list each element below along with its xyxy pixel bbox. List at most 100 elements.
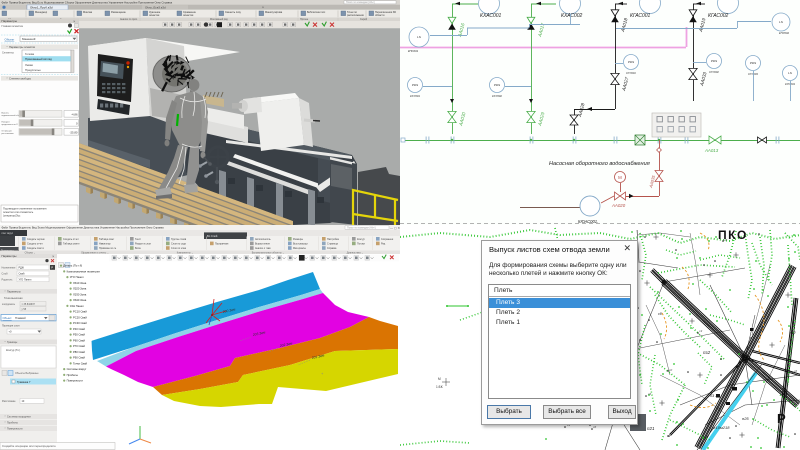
svg-text:Анализ о тзав: Анализ о тзав (255, 247, 271, 250)
svg-text:Плавкий: Плавкий (15, 316, 26, 320)
svg-text:Анализ по проч.: Анализ по проч. (120, 18, 138, 21)
svg-text:ЛЗ10 Зона: ЛЗ10 Зона (73, 281, 87, 285)
svg-text:Поиск по командам (Alt+/): Поиск по командам (Alt+/) (346, 1, 375, 4)
svg-text:Файл Правка Выделить Вид Есть: Файл Правка Выделить Вид Есть Моделирова… (2, 0, 173, 4)
svg-text:(оператор)Эсс: (оператор)Эсс (3, 214, 21, 218)
svg-text:КПУ002: КПУ002 (779, 31, 790, 35)
svg-text:PDS: PDS (412, 83, 418, 87)
svg-text:Создать отчет: Создать отчет (63, 238, 80, 241)
svg-text:× 35.844937: × 35.844937 (22, 303, 36, 306)
svg-text:Предплечье: Предплечье (25, 68, 41, 72)
svg-text:Системы вокруг: Системы вокруг (67, 367, 87, 371)
svg-text:ЛЗ30 Зона: ЛЗ30 Зона (73, 292, 87, 296)
svg-text:Прозрачная: Прозрачная (215, 243, 229, 246)
svg-text:КПС001: КПС001 (408, 49, 419, 53)
svg-text:Голова: Голова (25, 52, 34, 56)
svg-text:1:БК: 1:БК (436, 385, 443, 389)
svg-text:с6: с6 (648, 392, 652, 396)
svg-text:ПКО: ПКО (718, 228, 748, 242)
svg-text:Выступающи: Выступающи (293, 243, 308, 246)
svg-text:Деталь (По т.б): Деталь (По т.б) (63, 264, 82, 268)
svg-text:Левая: Левая (25, 63, 33, 67)
svg-text:Р60 Свай: Р60 Свай (73, 338, 85, 342)
svg-text:Вырастление: Вырастление (255, 243, 271, 246)
svg-text:Параметры: Параметры (2, 254, 17, 258)
svg-text:с6: с6 (593, 425, 597, 429)
svg-text:Вола: Вола (135, 247, 141, 250)
svg-text:Р: Р (51, 266, 53, 270)
svg-text:Создать чертеж: Создать чертеж (27, 238, 45, 241)
svg-text:hr10м218: hr10м218 (712, 425, 730, 430)
svg-text:Р90 Свай: Р90 Свай (73, 356, 85, 360)
svg-text:пз 30: пз 30 (710, 393, 721, 398)
svg-text:КХУ001: КХУ001 (410, 94, 420, 98)
svg-text:Р: Р (777, 411, 786, 426)
svg-text:Родитель: Родитель (2, 278, 14, 281)
svg-text:расположения: расположения (347, 14, 364, 17)
svg-text:КГАС001: КГАС001 (630, 13, 651, 19)
svg-text:Р70 Свай: Р70 Свай (73, 344, 85, 348)
svg-text:Okno1_Прсб.a3d: Okno1_Прсб.a3d (30, 5, 53, 9)
svg-text:Сохранени: Сохранени (381, 238, 394, 241)
svg-text:Р50 Свай: Р50 Свай (73, 333, 85, 337)
svg-text:РС10 Свай: РС10 Свай (73, 310, 87, 314)
svg-text:Р40 Свай: Р40 Свай (73, 327, 85, 331)
svg-text:Создайте операцию или переопре: Создайте операцию или переопределите (2, 444, 56, 448)
svg-text:с3: с3 (699, 329, 703, 333)
svg-text:КГУ002: КГУ002 (709, 70, 719, 74)
svg-text:Вл Слой: Вл Слой (207, 234, 218, 238)
svg-text:Создать пояс в: Создать пояс в (27, 247, 45, 250)
svg-text:PDS: PDS (711, 59, 717, 63)
svg-text:Okno_Есв3.a3d: Okno_Есв3.a3d (145, 5, 166, 9)
svg-text:Манипулирова: Манипулирова (265, 11, 283, 14)
svg-text:Монтаж: Монтаж (83, 11, 92, 14)
svg-text:⌃ Системы координат: ⌃ Системы координат (4, 415, 32, 419)
svg-text:⌃ Пробелы: ⌃ Пробелы (4, 421, 18, 425)
svg-text:Слой: Слой (2, 272, 9, 275)
svg-text:Файл Правка Выделить Вид Эскиз: Файл Правка Выделить Вид Эскиз Моделиров… (2, 226, 165, 230)
svg-text:оснастки: оснастки (183, 14, 194, 17)
svg-text:Страница: Страница (327, 243, 339, 246)
svg-text:Прикованный взгляд: Прикованный взгляд (25, 57, 52, 61)
svg-text:координаты: координаты (2, 303, 15, 306)
svg-text:Серий: Серий (360, 18, 368, 21)
svg-text:Объект: Объект (3, 316, 13, 320)
svg-text:Группы слоёв: Группы слоёв (171, 238, 187, 241)
svg-text:Справка: Справка (327, 247, 337, 250)
svg-text:подключенной сбор: подключенной сбор (2, 114, 22, 117)
svg-text:— ▢ ✕: — ▢ ✕ (390, 226, 400, 230)
svg-text:КЮАС001.: КЮАС001. (578, 219, 598, 224)
svg-text:Размещение: Размещение (111, 11, 126, 14)
svg-text:т2: т2 (790, 330, 796, 335)
svg-text:КХУ002: КХУ002 (492, 94, 502, 98)
svg-text:⌃ Параметры оснастки: ⌃ Параметры оснастки (6, 45, 36, 49)
svg-text:Точки Свай: Точки Свай (73, 361, 88, 365)
svg-text:PDS: PDS (494, 83, 500, 87)
svg-text:Главная оснастка: Главная оснастка (2, 24, 24, 28)
svg-text:Автополносль: Автополносль (255, 238, 271, 241)
svg-text:PDS: PDS (750, 61, 756, 65)
svg-text:Пробелы: Пробелы (67, 373, 78, 377)
svg-text:Р80 Свай: Р80 Свай (73, 350, 85, 354)
svg-text:⌃ Поверхности: ⌃ Поверхности (4, 427, 23, 431)
svg-text:Травинка 7: Травинка 7 (17, 380, 31, 384)
svg-text:КХАС001: КХАС001 (480, 13, 502, 19)
svg-text:УГО Панел: УГО Панел (19, 278, 32, 281)
svg-text:Объекты Выбранные: Объекты Выбранные (15, 372, 39, 375)
svg-text:⌃ Степени свободы: ⌃ Степени свободы (6, 77, 31, 81)
svg-text:М: М (438, 377, 441, 381)
svg-text:Навигатор: Навигатор (99, 243, 111, 246)
svg-text:оснастки: оснастки (149, 14, 160, 17)
svg-text:Прочее: Прочее (300, 18, 309, 21)
svg-text:Текст: Текст (135, 238, 142, 241)
svg-text:Насосная оборотного водоснаб: Насосная оборотного водоснабжения (549, 161, 650, 167)
svg-text:Компоновочная геометрия: Компоновочная геометрия (67, 269, 101, 273)
svg-text:Материалы: Материалы (293, 247, 306, 250)
svg-text:×: × (262, 5, 264, 9)
svg-text:⌃ Границы: ⌃ Границы (4, 340, 17, 344)
svg-text:⌃ Параметры: ⌃ Параметры (4, 289, 21, 293)
svg-text:Контур (Гл.): Контур (Гл.) (6, 348, 20, 352)
svg-text:с6: с6 (794, 369, 798, 373)
svg-text:п21: п21 (647, 426, 655, 431)
svg-text:РС30 Свай: РС30 Свай (73, 321, 87, 325)
